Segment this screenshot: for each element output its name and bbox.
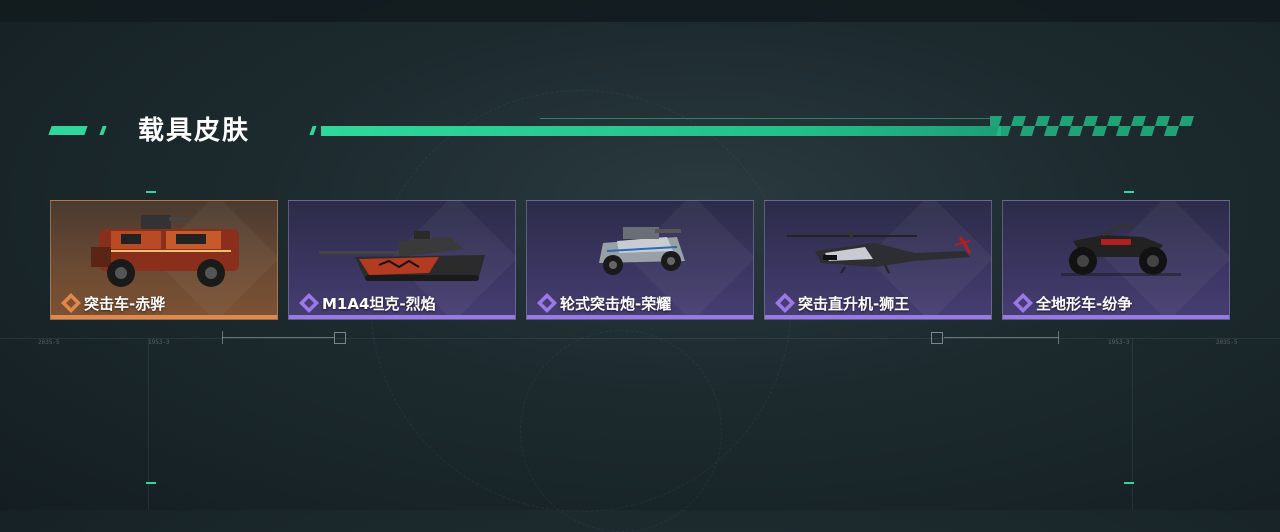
rarity-bar <box>527 315 753 319</box>
guide-line <box>944 337 1058 338</box>
skin-card-wheeled-assault-gun[interactable]: 轮式突击炮-荣耀 <box>526 200 754 320</box>
guide-label: 2035-5 <box>38 339 60 346</box>
rarity-purple-icon <box>775 293 795 313</box>
header-thin-line <box>540 118 990 119</box>
rarity-purple-icon <box>299 293 319 313</box>
corner-tick <box>1124 482 1134 484</box>
assault-buggy-icon <box>599 227 685 275</box>
header-bar <box>321 126 1001 136</box>
rarity-bar <box>765 315 991 319</box>
rarity-purple-icon <box>537 293 557 313</box>
background-ring <box>520 330 722 532</box>
guide-line <box>1058 331 1059 344</box>
top-bar <box>0 0 1280 22</box>
helicopter-icon <box>787 231 972 274</box>
corner-tick <box>146 482 156 484</box>
skin-card-helicopter[interactable]: 突击直升机-狮王 <box>764 200 992 320</box>
background-line <box>148 338 149 510</box>
skin-label: 突击车-赤骅 <box>84 295 166 313</box>
guide-line <box>222 331 223 344</box>
section-title: 载具皮肤 <box>138 116 251 146</box>
header-accent <box>99 126 107 135</box>
corner-tick <box>146 191 156 193</box>
guide-label: 1953-3 <box>1108 339 1130 346</box>
guide-line <box>222 337 334 338</box>
corner-tick <box>1124 191 1134 193</box>
skin-label: 突击直升机-狮王 <box>798 295 910 313</box>
rarity-bar <box>51 315 277 319</box>
rarity-orange-icon <box>61 293 81 313</box>
skin-card-tank[interactable]: M1A4坦克-烈焰 <box>288 200 516 320</box>
guide-label: 1953-3 <box>148 339 170 346</box>
skin-card-atv[interactable]: 全地形车-纷争 <box>1002 200 1230 320</box>
skin-card-assault-truck[interactable]: 突击车-赤骅 <box>50 200 278 320</box>
rarity-purple-icon <box>1013 293 1033 313</box>
rarity-bar <box>1003 315 1229 319</box>
skin-label: 轮式突击炮-荣耀 <box>560 295 672 313</box>
rarity-bar <box>289 315 515 319</box>
guide-box <box>931 332 943 344</box>
background-line <box>1132 338 1133 510</box>
tank-icon <box>319 231 485 281</box>
guide-box <box>334 332 346 344</box>
header-accent <box>309 126 317 135</box>
skin-label: M1A4坦克-烈焰 <box>322 295 436 313</box>
skin-label: 全地形车-纷争 <box>1036 295 1133 313</box>
checker-pattern <box>990 116 1194 136</box>
header-accent <box>48 126 88 135</box>
armored-truck-icon <box>91 215 239 287</box>
guide-label: 2035-5 <box>1216 339 1238 346</box>
atv-icon <box>1061 223 1181 276</box>
background-line <box>0 338 1280 339</box>
